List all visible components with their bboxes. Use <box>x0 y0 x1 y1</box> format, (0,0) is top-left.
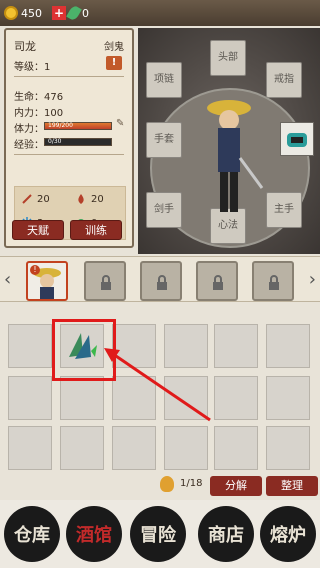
lock-icon <box>98 275 114 291</box>
hero-level: 等级：1 <box>14 62 51 73</box>
team-row: ‹ ! › <box>0 256 320 302</box>
hero-title: 剑鬼 <box>104 42 124 53</box>
nav-tavern[interactable]: 酒馆 <box>66 506 122 562</box>
inventory-cell[interactable] <box>214 324 258 368</box>
team-slot-hero[interactable]: ! <box>26 261 68 301</box>
lock-icon <box>210 275 226 291</box>
team-slot-locked[interactable] <box>252 261 294 301</box>
attack-stat: 20 <box>21 193 50 205</box>
resource-bar: 450 + 0 <box>0 0 320 26</box>
inventory-count: 1/18 <box>180 478 203 489</box>
pointer-arrow <box>104 348 211 422</box>
gold-counter: 450 <box>4 6 42 20</box>
gold-value: 450 <box>21 6 42 20</box>
plus-icon[interactable]: + <box>52 6 66 20</box>
feather-icon: ✎ <box>116 118 125 129</box>
slot-ring[interactable]: 戒指 <box>266 62 302 98</box>
team-slot-locked[interactable] <box>140 261 182 301</box>
sword-icon <box>21 193 33 205</box>
inventory-footer: 1/18 分解 整理 <box>0 472 320 498</box>
sort-button[interactable]: 整理 <box>266 476 318 496</box>
bag-icon <box>160 476 174 492</box>
slot-necklace[interactable]: 项链 <box>146 62 182 98</box>
stamina-label: 体力： <box>14 124 44 135</box>
inventory-cell[interactable] <box>60 426 104 470</box>
inventory-cell[interactable] <box>266 376 310 420</box>
divider <box>14 154 124 155</box>
exp-bar: 0/30 <box>44 138 112 146</box>
slot-gloves[interactable]: 手套 <box>146 122 182 158</box>
feather-icon <box>66 4 82 22</box>
stamina-bar: 199/200 <box>44 122 112 130</box>
inventory-cell[interactable] <box>8 324 52 368</box>
hero-name: 司龙 <box>14 40 36 53</box>
slot-mainhand[interactable]: 主手 <box>266 192 302 228</box>
fire-stat: 20 <box>75 193 104 205</box>
inventory-cell[interactable] <box>8 376 52 420</box>
slot-head[interactable]: 头部 <box>210 40 246 76</box>
chevron-left-icon[interactable]: ‹ <box>4 269 11 290</box>
lock-icon <box>266 275 282 291</box>
talent-button[interactable]: 天赋 <box>12 220 64 240</box>
team-slot-locked[interactable] <box>196 261 238 301</box>
inventory-cell[interactable] <box>214 426 258 470</box>
alert-icon[interactable]: ! <box>106 56 122 70</box>
equipped-ring-icon[interactable] <box>280 122 314 156</box>
nav-shop[interactable]: 商店 <box>198 506 254 562</box>
inventory-cell[interactable] <box>164 426 208 470</box>
split-button[interactable]: 分解 <box>210 476 262 496</box>
inventory-cell[interactable] <box>8 426 52 470</box>
attack-value: 20 <box>37 193 50 205</box>
nav-warehouse[interactable]: 仓库 <box>4 506 60 562</box>
health-counter[interactable]: + 0 <box>52 4 89 22</box>
hp-label: 生命：476 <box>14 92 64 103</box>
lock-icon <box>154 275 170 291</box>
equipment-scene: 项链 头部 戒指 手套 剑手 心法 主手 <box>138 28 320 254</box>
mp-label: 内力：100 <box>14 108 64 119</box>
hero-stats-panel: 司龙 剑鬼 等级：1 ! 生命：476 内力：100 体力： 199/200 ✎… <box>4 28 134 248</box>
fire-value: 20 <box>91 193 104 205</box>
lives-value: 0 <box>82 6 89 20</box>
divider <box>14 76 124 77</box>
nav-forge[interactable]: 熔炉 <box>260 506 316 562</box>
inventory-cell[interactable] <box>214 376 258 420</box>
inventory-cell[interactable] <box>60 376 104 420</box>
nav-adventure[interactable]: 冒险 <box>130 506 186 562</box>
exp-label: 经验： <box>14 140 44 151</box>
inventory-cell[interactable] <box>266 426 310 470</box>
inventory-cell[interactable] <box>112 426 156 470</box>
stamina-text: 199/200 <box>48 122 73 129</box>
hero-figure <box>194 88 264 224</box>
exp-text: 0/30 <box>48 138 62 145</box>
bottom-nav: 仓库 酒馆 冒险 商店 熔炉 <box>0 500 320 568</box>
train-button[interactable]: 训练 <box>70 220 122 240</box>
team-slot-locked[interactable] <box>84 261 126 301</box>
chevron-right-icon[interactable]: › <box>309 269 316 290</box>
coin-icon <box>4 6 18 20</box>
slot-offhand[interactable]: 剑手 <box>146 192 182 228</box>
inventory-cell[interactable] <box>266 324 310 368</box>
fire-icon <box>75 193 87 205</box>
alert-icon: ! <box>30 265 40 275</box>
